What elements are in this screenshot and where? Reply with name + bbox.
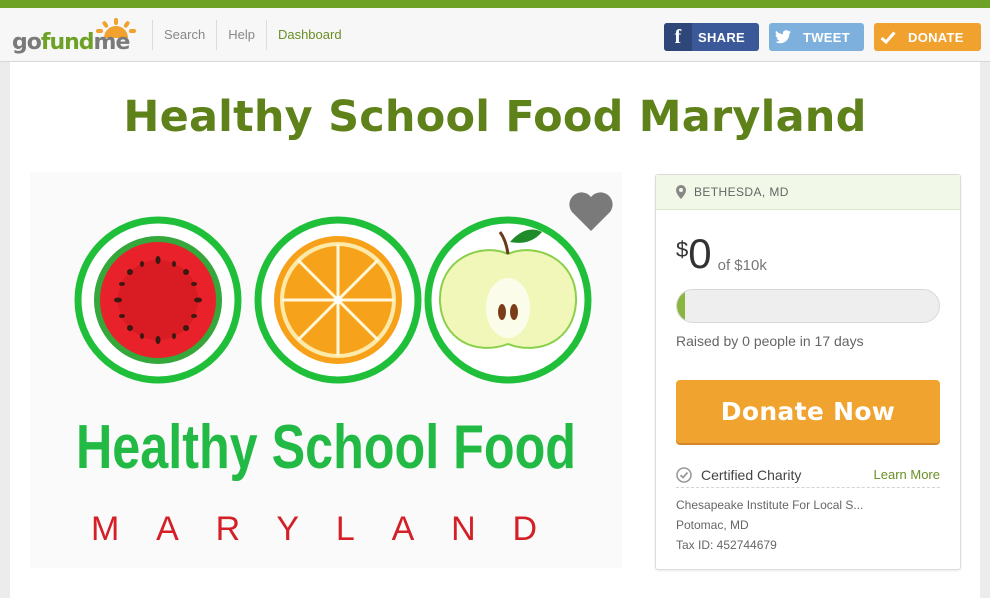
- apple-icon: [424, 216, 592, 384]
- amount-raised: $ 0 of $10k: [676, 231, 767, 277]
- charity-name[interactable]: Chesapeake Institute For Local S...: [676, 495, 863, 515]
- facebook-icon: f: [664, 23, 692, 51]
- charity-details: Chesapeake Institute For Local S... Poto…: [676, 495, 863, 555]
- watermelon-icon: [74, 216, 242, 384]
- charity-location: Potomac, MD: [676, 518, 749, 532]
- campaign-card: Healthy School Food Maryland Healthy Sch…: [10, 62, 980, 598]
- share-label: SHARE: [698, 29, 746, 45]
- tweet-label: TWEET: [803, 29, 850, 45]
- nav-help[interactable]: Help: [216, 20, 266, 50]
- goal-amount: of $10k: [717, 257, 767, 274]
- orange-slice-icon: [254, 216, 422, 384]
- currency-symbol: $: [676, 237, 689, 262]
- logo-wordmark: gofundme: [12, 30, 130, 55]
- main-nav: Search Help Dashboard: [152, 20, 353, 50]
- certified-charity-label: Certified Charity: [701, 466, 802, 483]
- donate-label: DONATE: [908, 29, 964, 45]
- checkmark-icon: [874, 23, 902, 51]
- raised-amount: 0: [688, 230, 712, 277]
- donate-now-button[interactable]: Donate Now: [676, 380, 940, 443]
- certified-check-icon: [676, 466, 692, 483]
- certified-charity-row: Certified Charity Learn More: [676, 462, 940, 488]
- location-bar: BETHESDA, MD: [656, 175, 960, 210]
- progress-fill: [677, 290, 685, 322]
- nav-dashboard[interactable]: Dashboard: [265, 20, 353, 50]
- raised-summary: Raised by 0 people in 17 days: [676, 333, 864, 349]
- campaign-image: Healthy School Food MARYLAND: [30, 172, 622, 568]
- charity-tax-id: Tax ID: 452744679: [676, 538, 777, 552]
- image-title-text: Healthy School Food: [76, 413, 576, 482]
- location-pin-icon: [676, 185, 686, 199]
- site-header: gofundme Search Help Dashboard f SHARE T…: [0, 8, 990, 62]
- location-text: BETHESDA, MD: [694, 185, 789, 199]
- donation-sidebar: BETHESDA, MD $ 0 of $10k Raised by 0 peo…: [655, 174, 961, 570]
- top-accent-bar: [0, 0, 990, 8]
- nav-search[interactable]: Search: [152, 20, 216, 50]
- campaign-logo-graphic: Healthy School Food MARYLAND: [30, 172, 622, 568]
- tweet-button[interactable]: TWEET: [769, 23, 864, 51]
- campaign-title: Healthy School Food Maryland: [123, 92, 867, 142]
- facebook-share-button[interactable]: f SHARE: [664, 23, 759, 51]
- twitter-bird-icon: [769, 23, 797, 51]
- learn-more-link[interactable]: Learn More: [874, 467, 940, 482]
- gofundme-logo[interactable]: gofundme: [12, 18, 136, 58]
- header-donate-button[interactable]: DONATE: [874, 23, 981, 51]
- progress-bar: [676, 289, 940, 323]
- favorite-heart-icon[interactable]: [568, 190, 614, 232]
